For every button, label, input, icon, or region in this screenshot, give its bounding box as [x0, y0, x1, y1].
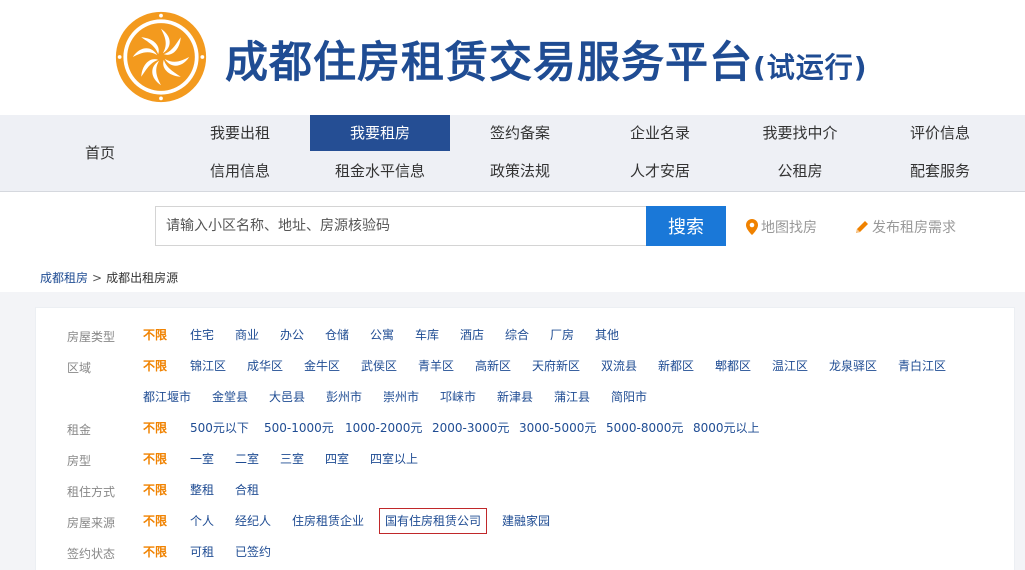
- nav-policy[interactable]: 政策法规: [450, 153, 590, 189]
- filter-option[interactable]: 彭州市: [326, 389, 362, 405]
- filter-option[interactable]: 合租: [235, 482, 259, 498]
- chevron-right-icon: >: [92, 271, 103, 285]
- filter-option[interactable]: 新津县: [497, 389, 533, 405]
- filter-option[interactable]: 8000元以上: [693, 420, 760, 436]
- main-nav: 首页 我要出租 我要租房 签约备案 企业名录 我要找中介 评价信息 信用信息 租…: [0, 115, 1025, 192]
- filter-label-region: 区域: [67, 361, 92, 375]
- site-subtitle: (试运行): [753, 51, 868, 84]
- filter-option[interactable]: 建融家园: [502, 513, 550, 529]
- filter-label-contract: 签约状态: [67, 547, 116, 561]
- filter-label-source: 房屋来源: [67, 516, 116, 530]
- filter-option[interactable]: 郫都区: [715, 358, 751, 374]
- nav-rent-house[interactable]: 我要租房: [310, 115, 450, 151]
- nav-home[interactable]: 首页: [60, 115, 140, 192]
- filter-option[interactable]: 办公: [280, 327, 304, 343]
- filter-label-room-type: 房型: [67, 454, 92, 468]
- filter-option[interactable]: 金堂县: [212, 389, 248, 405]
- map-search-label: 地图找房: [761, 220, 817, 236]
- nav-company-list[interactable]: 企业名录: [590, 115, 730, 151]
- filter-option[interactable]: 厂房: [550, 327, 574, 343]
- filter-option[interactable]: 不限: [143, 327, 167, 343]
- filter-option[interactable]: 500-1000元: [264, 420, 334, 436]
- search-input[interactable]: [155, 206, 647, 246]
- filter-option[interactable]: 蒲江县: [554, 389, 590, 405]
- filter-option[interactable]: 个人: [190, 513, 214, 529]
- filter-option[interactable]: 二室: [235, 451, 259, 467]
- filter-option[interactable]: 车库: [415, 327, 439, 343]
- filter-option[interactable]: 大邑县: [269, 389, 305, 405]
- filter-option[interactable]: 双流县: [601, 358, 637, 374]
- filter-option[interactable]: 仓储: [325, 327, 349, 343]
- filter-option[interactable]: 三室: [280, 451, 304, 467]
- filter-option[interactable]: 不限: [143, 482, 167, 498]
- filter-option[interactable]: 不限: [143, 420, 167, 436]
- filter-option[interactable]: 不限: [143, 358, 167, 374]
- filter-option[interactable]: 经纪人: [235, 513, 271, 529]
- filter-option[interactable]: 高新区: [475, 358, 511, 374]
- filter-option[interactable]: 已签约: [235, 544, 271, 560]
- filter-option[interactable]: 龙泉驿区: [829, 358, 877, 374]
- filter-option-highlighted[interactable]: 国有住房租赁公司: [379, 508, 488, 534]
- site-header: 成都住房租赁交易服务平台(试运行): [0, 0, 1025, 115]
- site-title: 成都住房租赁交易服务平台(试运行): [225, 38, 868, 88]
- breadcrumb-root[interactable]: 成都租房: [40, 271, 88, 285]
- filter-option[interactable]: 酒店: [460, 327, 484, 343]
- filter-option[interactable]: 整租: [190, 482, 214, 498]
- filter-option[interactable]: 天府新区: [532, 358, 580, 374]
- breadcrumb-current: 成都出租房源: [106, 271, 179, 285]
- filter-option[interactable]: 2000-3000元: [432, 420, 509, 436]
- filter-option[interactable]: 住房租赁企业: [292, 513, 364, 529]
- filter-option[interactable]: 综合: [505, 327, 529, 343]
- filter-option[interactable]: 都江堰市: [143, 389, 191, 405]
- nav-support-services[interactable]: 配套服务: [870, 153, 1010, 189]
- nav-contract-filing[interactable]: 签约备案: [450, 115, 590, 151]
- filter-option[interactable]: 邛崃市: [440, 389, 476, 405]
- nav-public-rental[interactable]: 公租房: [730, 153, 870, 189]
- pencil-icon: [856, 221, 868, 233]
- filter-option[interactable]: 住宅: [190, 327, 214, 343]
- location-pin-icon: [746, 219, 758, 235]
- filter-option[interactable]: 1000-2000元: [345, 420, 422, 436]
- filter-option[interactable]: 新都区: [658, 358, 694, 374]
- nav-talent-housing[interactable]: 人才安居: [590, 153, 730, 189]
- filter-option[interactable]: 不限: [143, 544, 167, 560]
- filter-option[interactable]: 一室: [190, 451, 214, 467]
- map-search-link[interactable]: 地图找房: [746, 217, 817, 237]
- nav-rent-out[interactable]: 我要出租: [170, 115, 310, 151]
- filter-option[interactable]: 武侯区: [361, 358, 397, 374]
- search-button[interactable]: 搜索: [646, 206, 726, 246]
- filter-label-rent: 租金: [67, 423, 92, 437]
- filter-option[interactable]: 500元以下: [190, 420, 249, 436]
- filter-label-rent-mode: 租住方式: [67, 485, 116, 499]
- nav-find-agent[interactable]: 我要找中介: [730, 115, 870, 151]
- breadcrumb: 成都租房 > 成都出租房源: [40, 269, 178, 286]
- filter-option[interactable]: 青羊区: [418, 358, 454, 374]
- filter-option[interactable]: 3000-5000元: [519, 420, 596, 436]
- filter-option[interactable]: 崇州市: [383, 389, 419, 405]
- filter-option[interactable]: 成华区: [247, 358, 283, 374]
- filter-option[interactable]: 公寓: [370, 327, 394, 343]
- filter-label-house-type: 房屋类型: [67, 330, 116, 344]
- post-demand-link[interactable]: 发布租房需求: [854, 217, 956, 237]
- filter-option[interactable]: 商业: [235, 327, 259, 343]
- filter-option[interactable]: 温江区: [772, 358, 808, 374]
- nav-credit-info[interactable]: 信用信息: [170, 153, 310, 189]
- filter-option[interactable]: 不限: [143, 513, 167, 529]
- filter-option[interactable]: 锦江区: [190, 358, 226, 374]
- filter-option[interactable]: 5000-8000元: [606, 420, 683, 436]
- filter-option[interactable]: 青白江区: [898, 358, 946, 374]
- filter-option[interactable]: 金牛区: [304, 358, 340, 374]
- swirl-sun-logo-icon[interactable]: [114, 10, 208, 104]
- nav-rent-level[interactable]: 租金水平信息: [310, 153, 450, 189]
- post-demand-label: 发布租房需求: [872, 220, 956, 236]
- filter-option[interactable]: 四室: [325, 451, 349, 467]
- filter-panel: [35, 307, 1015, 570]
- filter-option[interactable]: 不限: [143, 451, 167, 467]
- filter-option[interactable]: 简阳市: [611, 389, 647, 405]
- filter-option[interactable]: 四室以上: [370, 451, 418, 467]
- nav-reviews[interactable]: 评价信息: [870, 115, 1010, 151]
- filter-option[interactable]: 其他: [595, 327, 619, 343]
- filter-option[interactable]: 可租: [190, 544, 214, 560]
